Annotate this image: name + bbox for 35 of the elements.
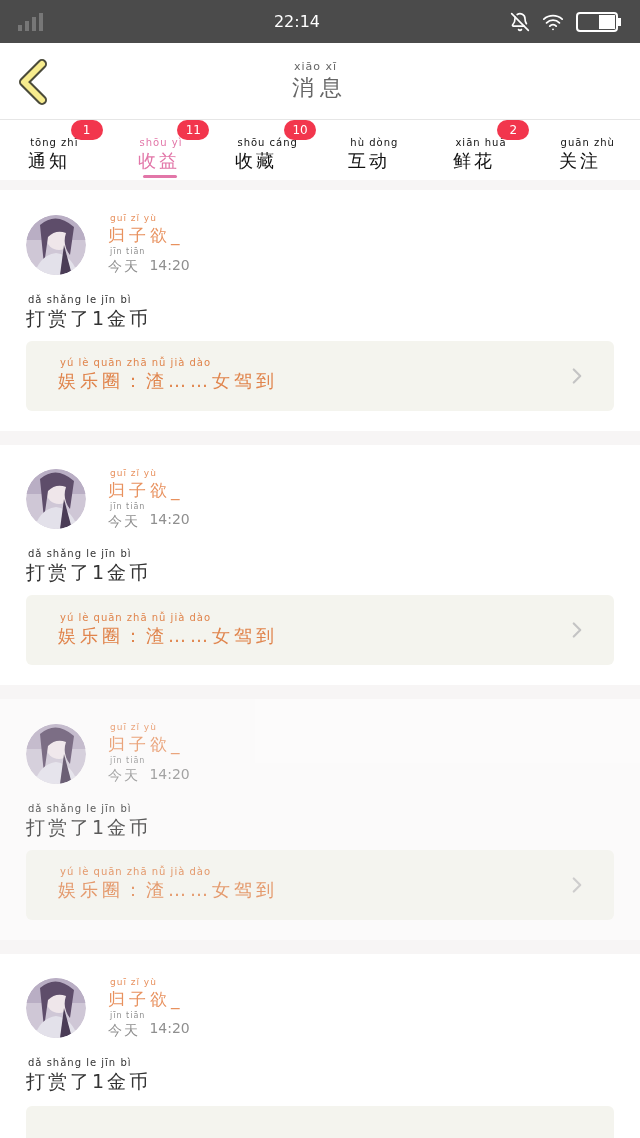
tab[interactable]: hù dòng 互动 (348, 137, 399, 180)
user-name: guī zǐ yù 归子欲_ (108, 468, 185, 501)
timestamp: 14:20 (149, 510, 190, 530)
day-label: jīn tiān 今天 (108, 1011, 146, 1040)
battery-icon (576, 11, 622, 32)
day-label: jīn tiān 今天 (108, 502, 146, 531)
story-title: yú lè quān zhā nǚ jià dào 娱乐圈：渣……女驾到 (58, 612, 278, 648)
tab[interactable]: guān zhù 关注 (558, 137, 615, 180)
tab[interactable]: shōu cáng 收藏 (235, 137, 298, 180)
story-title: yú lè quān zhā nǚ jià dào 娱乐圈：渣……女驾到 (58, 358, 278, 393)
user-name: guī zǐ yù 归子欲_ (108, 977, 185, 1010)
tab[interactable]: tōng zhī 通知 (28, 137, 79, 180)
user-name: guī zǐ yù 归子欲_ (108, 723, 185, 756)
timestamp: 14:20 (149, 255, 190, 275)
timestamp: 14:20 (149, 1019, 190, 1039)
message-text: dǎ shǎng le jīn bì 打赏了1金币 (26, 294, 152, 331)
timestamp: 14:20 (149, 764, 190, 784)
tab[interactable]: xiān huā 鲜花 (453, 137, 507, 180)
clock: 22:14 (273, 10, 321, 33)
story-title: yú lè quān zhā nǚ jià dào 娱乐圈：渣……女驾到 (58, 867, 278, 902)
page-title: xiāo xī 消息 (292, 60, 348, 102)
count-badge: 11 (177, 120, 210, 140)
back-button[interactable] (16, 59, 50, 105)
day-label: jīn tiān 今天 (108, 757, 146, 785)
day-label: jīn tiān 今天 (108, 248, 146, 276)
count-badge: 10 (284, 120, 316, 140)
back-chevron-icon (16, 59, 50, 105)
count-badge: 2 (497, 120, 530, 140)
message-text: dǎ shǎng le jīn bì 打赏了1金币 (26, 549, 152, 585)
signal-icon (18, 12, 44, 31)
user-name: guī zǐ yù 归子欲_ (108, 214, 185, 247)
count-badge: 1 (70, 120, 103, 140)
message-text: dǎ shǎng le jīn bì 打赏了1金币 (26, 803, 152, 840)
message-text: dǎ shǎng le jīn bì 打赏了1金币 (26, 1058, 152, 1094)
bell-off-icon (510, 11, 530, 32)
